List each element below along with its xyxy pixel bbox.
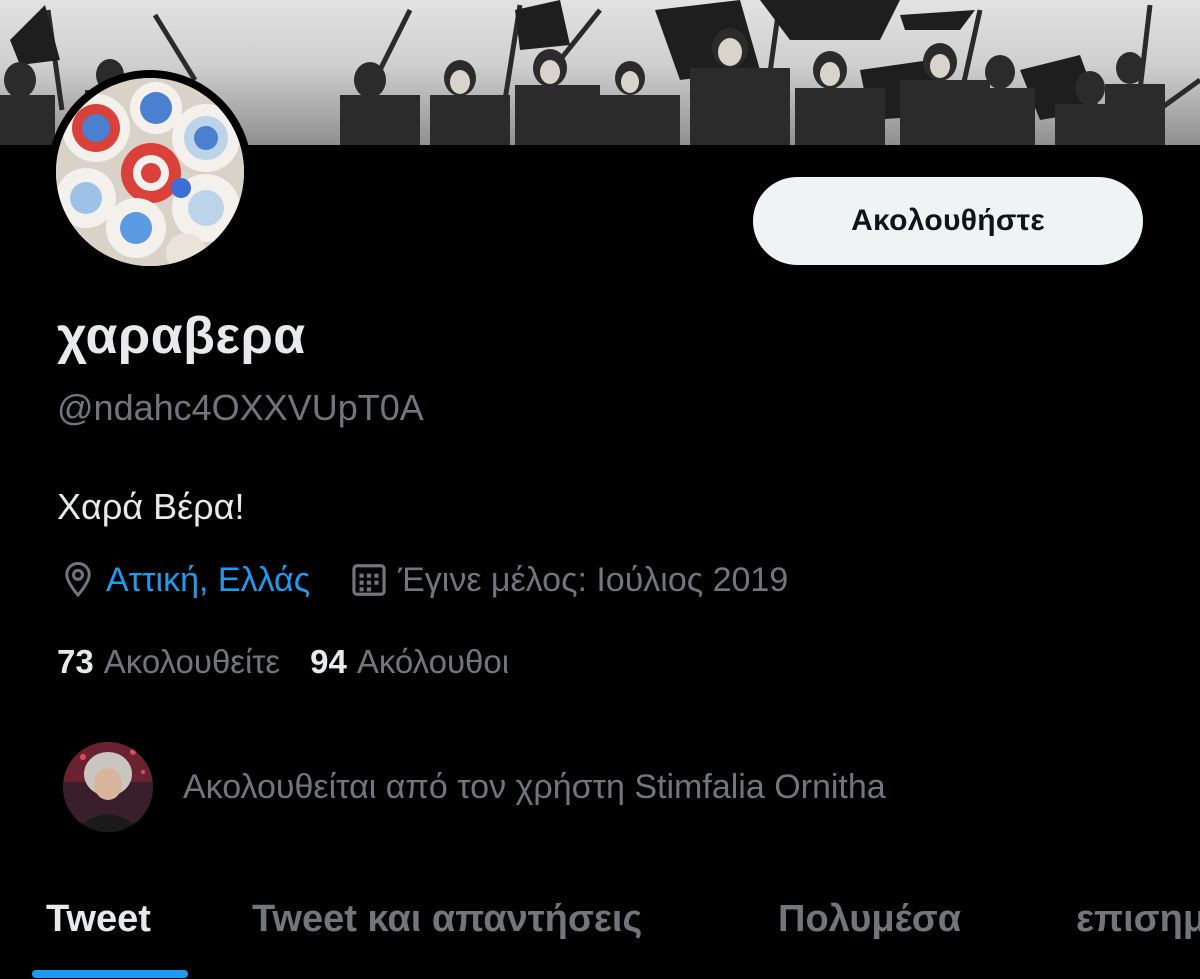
tab-media[interactable]: Πολυμέσα (778, 898, 961, 941)
active-tab-indicator (32, 970, 188, 978)
follow-stats: 73 Ακολουθείτε 94 Ακόλουθοι (57, 643, 509, 681)
profile-location[interactable]: Αττική, Ελλάς (106, 561, 310, 600)
followed-by-text: Ακολουθείται από τον χρήστη Stimfalia Or… (183, 767, 886, 806)
tab-tweets[interactable]: Tweet (46, 898, 151, 941)
profile-meta: Αττική, Ελλάς Έγινε μέλος: Ιούλιος 2019 (60, 558, 788, 602)
user-handle: @ndahc4OXXVUpT0A (57, 387, 424, 428)
tab-highlights[interactable]: επισημάνσεις (1076, 898, 1200, 941)
follower-avatar (63, 742, 153, 832)
calendar-icon (350, 561, 388, 599)
following-label: Ακολουθείτε (103, 643, 281, 680)
followers-count: 94 (310, 643, 347, 680)
profile-bio: Χαρά Βέρα! (57, 486, 245, 527)
followed-by-row[interactable]: Ακολουθείται από τον χρήστη Stimfalia Or… (63, 740, 886, 834)
joined-date: Έγινε μέλος: Ιούλιος 2019 (398, 560, 789, 599)
tab-tweets-and-replies[interactable]: Tweet και απαντήσεις (252, 898, 642, 941)
profile-tabs: Tweet Tweet και απαντήσεις Πολυμέσα επισ… (0, 880, 1200, 979)
follow-button[interactable]: Ακολουθήστε (753, 177, 1143, 265)
followers-label: Ακόλουθοι (356, 643, 510, 680)
avatar-image (56, 78, 244, 266)
following-count: 73 (57, 643, 94, 680)
followers-link[interactable]: 94 Ακόλουθοι (310, 643, 509, 681)
display-name: χαραβερα (57, 307, 306, 365)
profile-avatar[interactable] (48, 70, 252, 274)
following-link[interactable]: 73 Ακολουθείτε (57, 643, 280, 681)
location-pin-icon (60, 560, 96, 600)
